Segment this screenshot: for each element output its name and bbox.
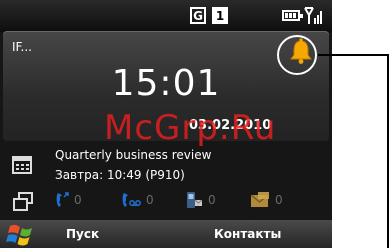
callout-line [318, 54, 389, 248]
